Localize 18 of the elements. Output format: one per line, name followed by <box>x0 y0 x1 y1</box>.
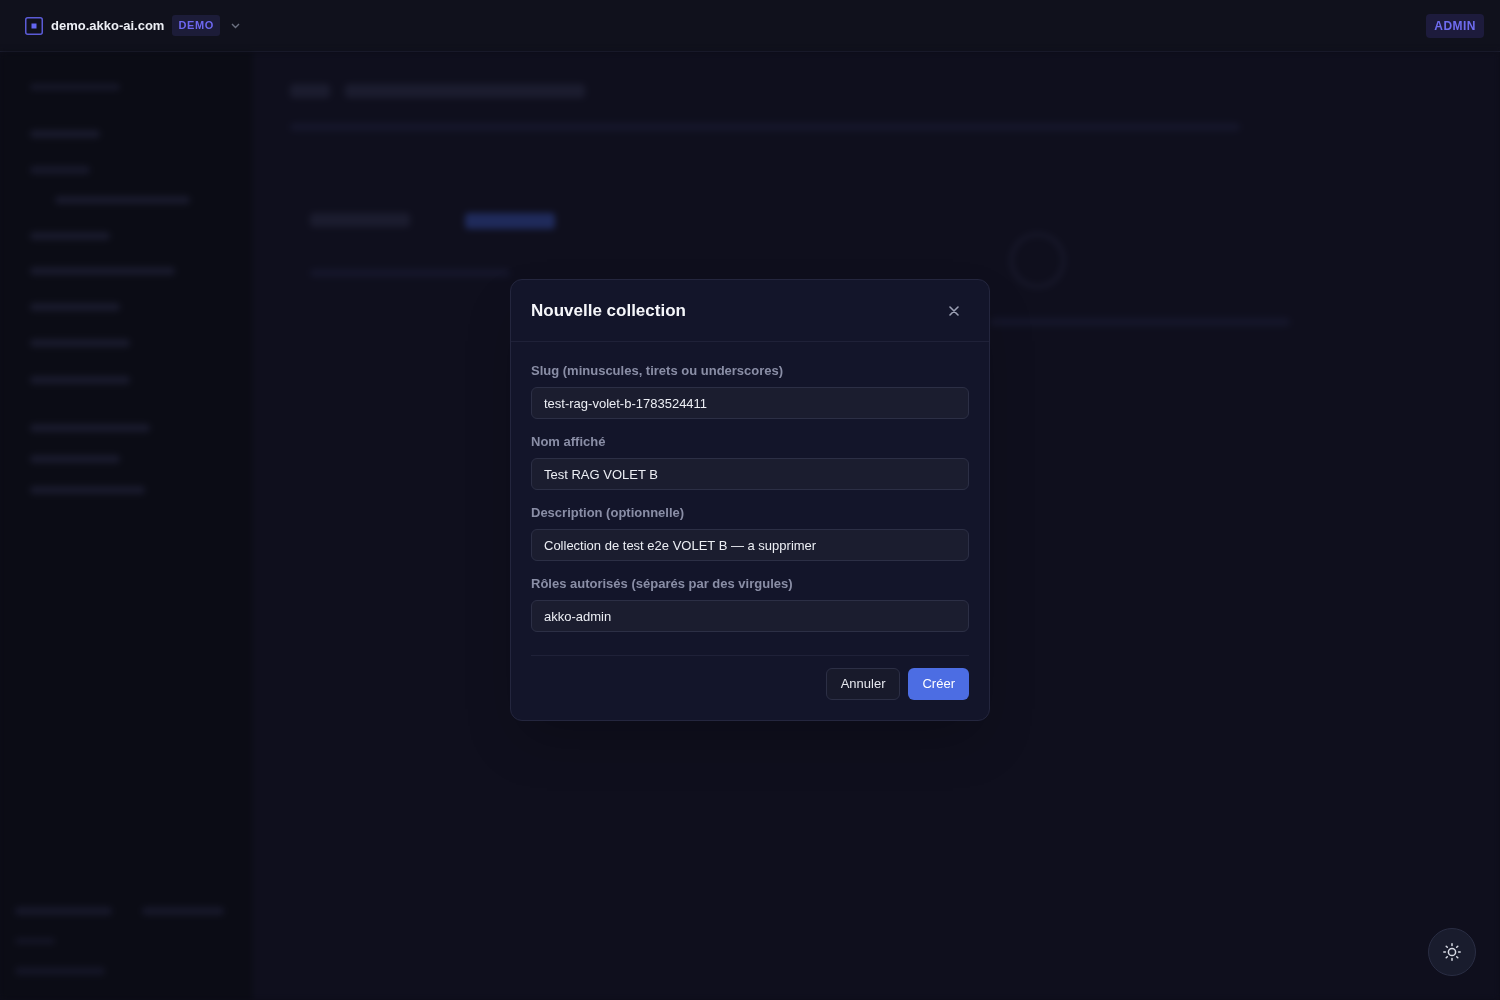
field-label: Rôles autorisés (séparés par des virgules) <box>531 576 794 592</box>
sun-icon <box>1443 943 1461 961</box>
close-icon <box>949 305 959 316</box>
create-button[interactable]: Créer <box>908 668 969 700</box>
input-field[interactable]: Test RAG VOLET B <box>531 458 969 490</box>
input-field[interactable]: akko-admin <box>531 600 969 632</box>
field-label: Slug (minuscules, tirets ou underscores) <box>531 363 785 379</box>
domain-name: demo.akko-ai.com <box>51 16 165 35</box>
environment-badge: DEMO <box>172 15 221 36</box>
field-label: Nom affiché <box>531 434 607 450</box>
cancel-button[interactable]: Annuler <box>825 668 901 700</box>
logo-icon <box>25 16 43 35</box>
field-label: Description (optionnelle) <box>531 505 686 521</box>
dialog-title: Nouvelle collection <box>531 299 686 322</box>
chevron-down-icon[interactable] <box>231 22 241 29</box>
input-field[interactable]: Collection de test e2e VOLET B — a supprimer <box>531 529 969 561</box>
role-badge: ADMIN <box>1426 13 1484 38</box>
input-field[interactable]: test-rag-volet-b-1783524411 <box>531 387 969 419</box>
